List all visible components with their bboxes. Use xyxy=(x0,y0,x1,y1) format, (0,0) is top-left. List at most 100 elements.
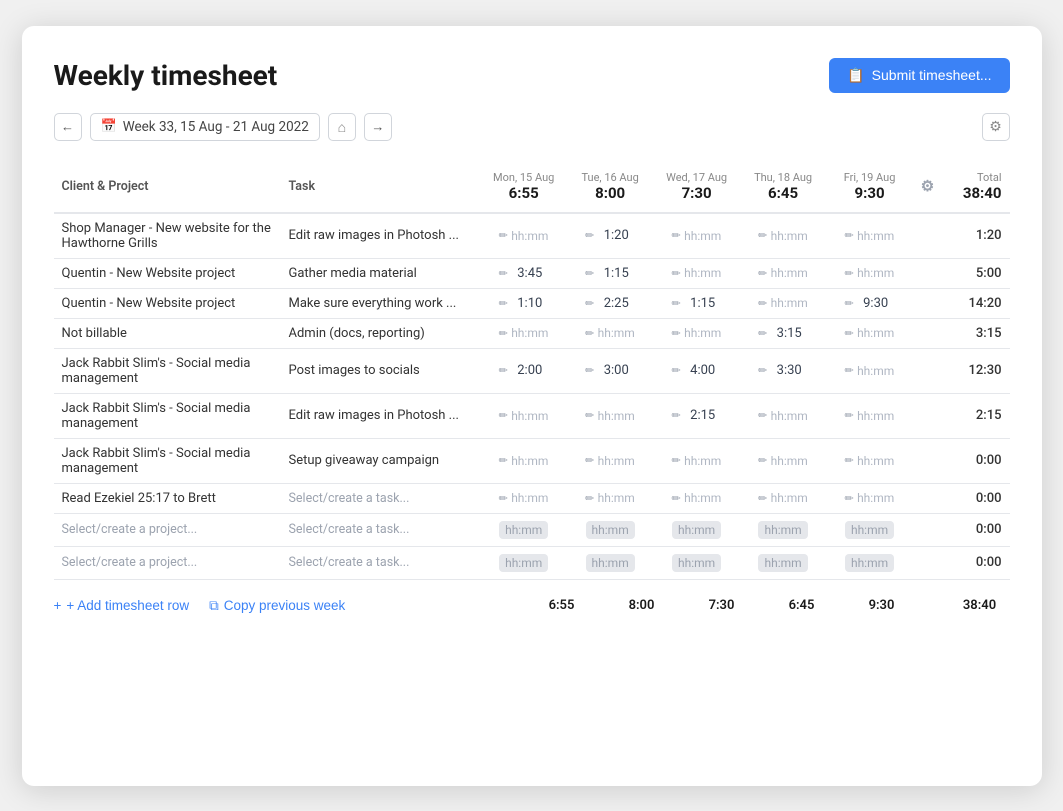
time-cell-wed[interactable]: ✏2:15 xyxy=(653,393,739,438)
time-cell-fri[interactable]: ✏hh:mm xyxy=(826,348,912,393)
task-cell[interactable]: Gather media material xyxy=(280,258,480,288)
time-cell-mon[interactable]: ✏hh:mm xyxy=(480,483,566,513)
edit-icon[interactable]: ✏ xyxy=(758,229,767,242)
time-cell-thu[interactable]: ✏hh:mm xyxy=(740,213,826,259)
edit-icon[interactable]: ✏ xyxy=(672,454,681,467)
empty-time-cell-thu[interactable]: hh:mm xyxy=(740,546,826,579)
task-cell[interactable]: Setup giveaway campaign xyxy=(280,438,480,483)
task-cell[interactable]: Edit raw images in Photosh ... xyxy=(280,213,480,259)
time-cell-wed[interactable]: ✏hh:mm xyxy=(653,213,739,259)
edit-icon[interactable]: ✏ xyxy=(844,229,853,242)
edit-icon[interactable]: ✏ xyxy=(499,267,508,280)
empty-time-cell-wed[interactable]: hh:mm xyxy=(653,513,739,546)
edit-icon[interactable]: ✏ xyxy=(844,492,853,505)
time-cell-fri[interactable]: ✏hh:mm xyxy=(826,483,912,513)
task-cell[interactable]: Select/create a task... xyxy=(280,483,480,513)
next-week-button[interactable]: → xyxy=(364,113,392,141)
time-cell-wed[interactable]: ✏hh:mm xyxy=(653,318,739,348)
edit-icon[interactable]: ✏ xyxy=(758,492,767,505)
time-cell-thu[interactable]: ✏hh:mm xyxy=(740,483,826,513)
edit-icon[interactable]: ✏ xyxy=(844,364,853,377)
time-cell-tue[interactable]: ✏1:15 xyxy=(567,258,653,288)
copy-previous-week-button[interactable]: ⧉ Copy previous week xyxy=(209,598,345,614)
edit-icon[interactable]: ✏ xyxy=(672,409,681,422)
client-cell[interactable]: Quentin - New Website project xyxy=(54,258,281,288)
home-button[interactable]: ⌂ xyxy=(328,113,356,141)
gear-icon[interactable]: ⚙ xyxy=(921,177,934,195)
empty-task-cell[interactable]: Select/create a task... xyxy=(280,546,480,579)
edit-icon[interactable]: ✏ xyxy=(499,297,508,310)
task-cell[interactable]: Edit raw images in Photosh ... xyxy=(280,393,480,438)
empty-time-cell-fri[interactable]: hh:mm xyxy=(826,546,912,579)
edit-icon[interactable]: ✏ xyxy=(499,364,508,377)
empty-time-cell-wed[interactable]: hh:mm xyxy=(653,546,739,579)
time-cell-tue[interactable]: ✏hh:mm xyxy=(567,393,653,438)
empty-time-cell-fri[interactable]: hh:mm xyxy=(826,513,912,546)
time-cell-thu[interactable]: ✏hh:mm xyxy=(740,258,826,288)
edit-icon[interactable]: ✏ xyxy=(758,454,767,467)
time-cell-thu[interactable]: ✏hh:mm xyxy=(740,393,826,438)
edit-icon[interactable]: ✏ xyxy=(672,229,681,242)
edit-icon[interactable]: ✏ xyxy=(844,267,853,280)
edit-icon[interactable]: ✏ xyxy=(844,409,853,422)
time-cell-fri[interactable]: ✏hh:mm xyxy=(826,393,912,438)
client-cell[interactable]: Jack Rabbit Slim's - Social media manage… xyxy=(54,438,281,483)
edit-icon[interactable]: ✏ xyxy=(758,297,767,310)
time-cell-tue[interactable]: ✏3:00 xyxy=(567,348,653,393)
edit-icon[interactable]: ✏ xyxy=(499,327,508,340)
edit-icon[interactable]: ✏ xyxy=(585,454,594,467)
select-task-placeholder[interactable]: Select/create a task... xyxy=(288,555,409,570)
edit-icon[interactable]: ✏ xyxy=(758,267,767,280)
empty-client-cell[interactable]: Select/create a project... xyxy=(54,546,281,579)
empty-time-cell-mon[interactable]: hh:mm xyxy=(480,513,566,546)
empty-task-cell[interactable]: Select/create a task... xyxy=(280,513,480,546)
edit-icon[interactable]: ✏ xyxy=(844,327,853,340)
edit-icon[interactable]: ✏ xyxy=(585,409,594,422)
empty-time-cell-thu[interactable]: hh:mm xyxy=(740,513,826,546)
time-cell-wed[interactable]: ✏hh:mm xyxy=(653,258,739,288)
select-project-placeholder[interactable]: Select/create a project... xyxy=(62,522,198,537)
time-cell-mon[interactable]: ✏1:10 xyxy=(480,288,566,318)
select-task-placeholder[interactable]: Select/create a task... xyxy=(288,491,409,506)
select-task-placeholder[interactable]: Select/create a task... xyxy=(288,522,409,537)
edit-icon[interactable]: ✏ xyxy=(672,297,681,310)
time-cell-thu[interactable]: ✏hh:mm xyxy=(740,288,826,318)
time-cell-mon[interactable]: ✏hh:mm xyxy=(480,393,566,438)
time-cell-mon[interactable]: ✏hh:mm xyxy=(480,438,566,483)
client-cell[interactable]: Not billable xyxy=(54,318,281,348)
time-cell-tue[interactable]: ✏1:20 xyxy=(567,213,653,259)
time-cell-tue[interactable]: ✏2:25 xyxy=(567,288,653,318)
edit-icon[interactable]: ✏ xyxy=(585,229,594,242)
task-cell[interactable]: Post images to socials xyxy=(280,348,480,393)
client-cell[interactable]: Quentin - New Website project xyxy=(54,288,281,318)
edit-icon[interactable]: ✏ xyxy=(585,492,594,505)
time-cell-tue[interactable]: ✏hh:mm xyxy=(567,318,653,348)
client-cell[interactable]: Jack Rabbit Slim's - Social media manage… xyxy=(54,348,281,393)
empty-time-cell-mon[interactable]: hh:mm xyxy=(480,546,566,579)
edit-icon[interactable]: ✏ xyxy=(758,364,767,377)
time-cell-wed[interactable]: ✏4:00 xyxy=(653,348,739,393)
time-cell-mon[interactable]: ✏hh:mm xyxy=(480,318,566,348)
edit-icon[interactable]: ✏ xyxy=(758,327,767,340)
time-cell-fri[interactable]: ✏hh:mm xyxy=(826,258,912,288)
time-cell-wed[interactable]: ✏hh:mm xyxy=(653,438,739,483)
prev-week-button[interactable]: ← xyxy=(54,113,82,141)
time-cell-tue[interactable]: ✏hh:mm xyxy=(567,438,653,483)
empty-client-cell[interactable]: Select/create a project... xyxy=(54,513,281,546)
time-cell-wed[interactable]: ✏hh:mm xyxy=(653,483,739,513)
edit-icon[interactable]: ✏ xyxy=(672,492,681,505)
time-cell-mon[interactable]: ✏2:00 xyxy=(480,348,566,393)
submit-timesheet-button[interactable]: 📋 Submit timesheet... xyxy=(829,58,1009,93)
time-cell-mon[interactable]: ✏hh:mm xyxy=(480,213,566,259)
settings-button[interactable]: ⚙ xyxy=(982,113,1010,141)
task-cell[interactable]: Admin (docs, reporting) xyxy=(280,318,480,348)
time-cell-thu[interactable]: ✏3:30 xyxy=(740,348,826,393)
edit-icon[interactable]: ✏ xyxy=(499,492,508,505)
add-timesheet-row-button[interactable]: + + Add timesheet row xyxy=(54,598,190,613)
edit-icon[interactable]: ✏ xyxy=(585,267,594,280)
edit-icon[interactable]: ✏ xyxy=(672,327,681,340)
empty-time-cell-tue[interactable]: hh:mm xyxy=(567,546,653,579)
edit-icon[interactable]: ✏ xyxy=(844,297,853,310)
time-cell-thu[interactable]: ✏3:15 xyxy=(740,318,826,348)
client-cell[interactable]: Jack Rabbit Slim's - Social media manage… xyxy=(54,393,281,438)
